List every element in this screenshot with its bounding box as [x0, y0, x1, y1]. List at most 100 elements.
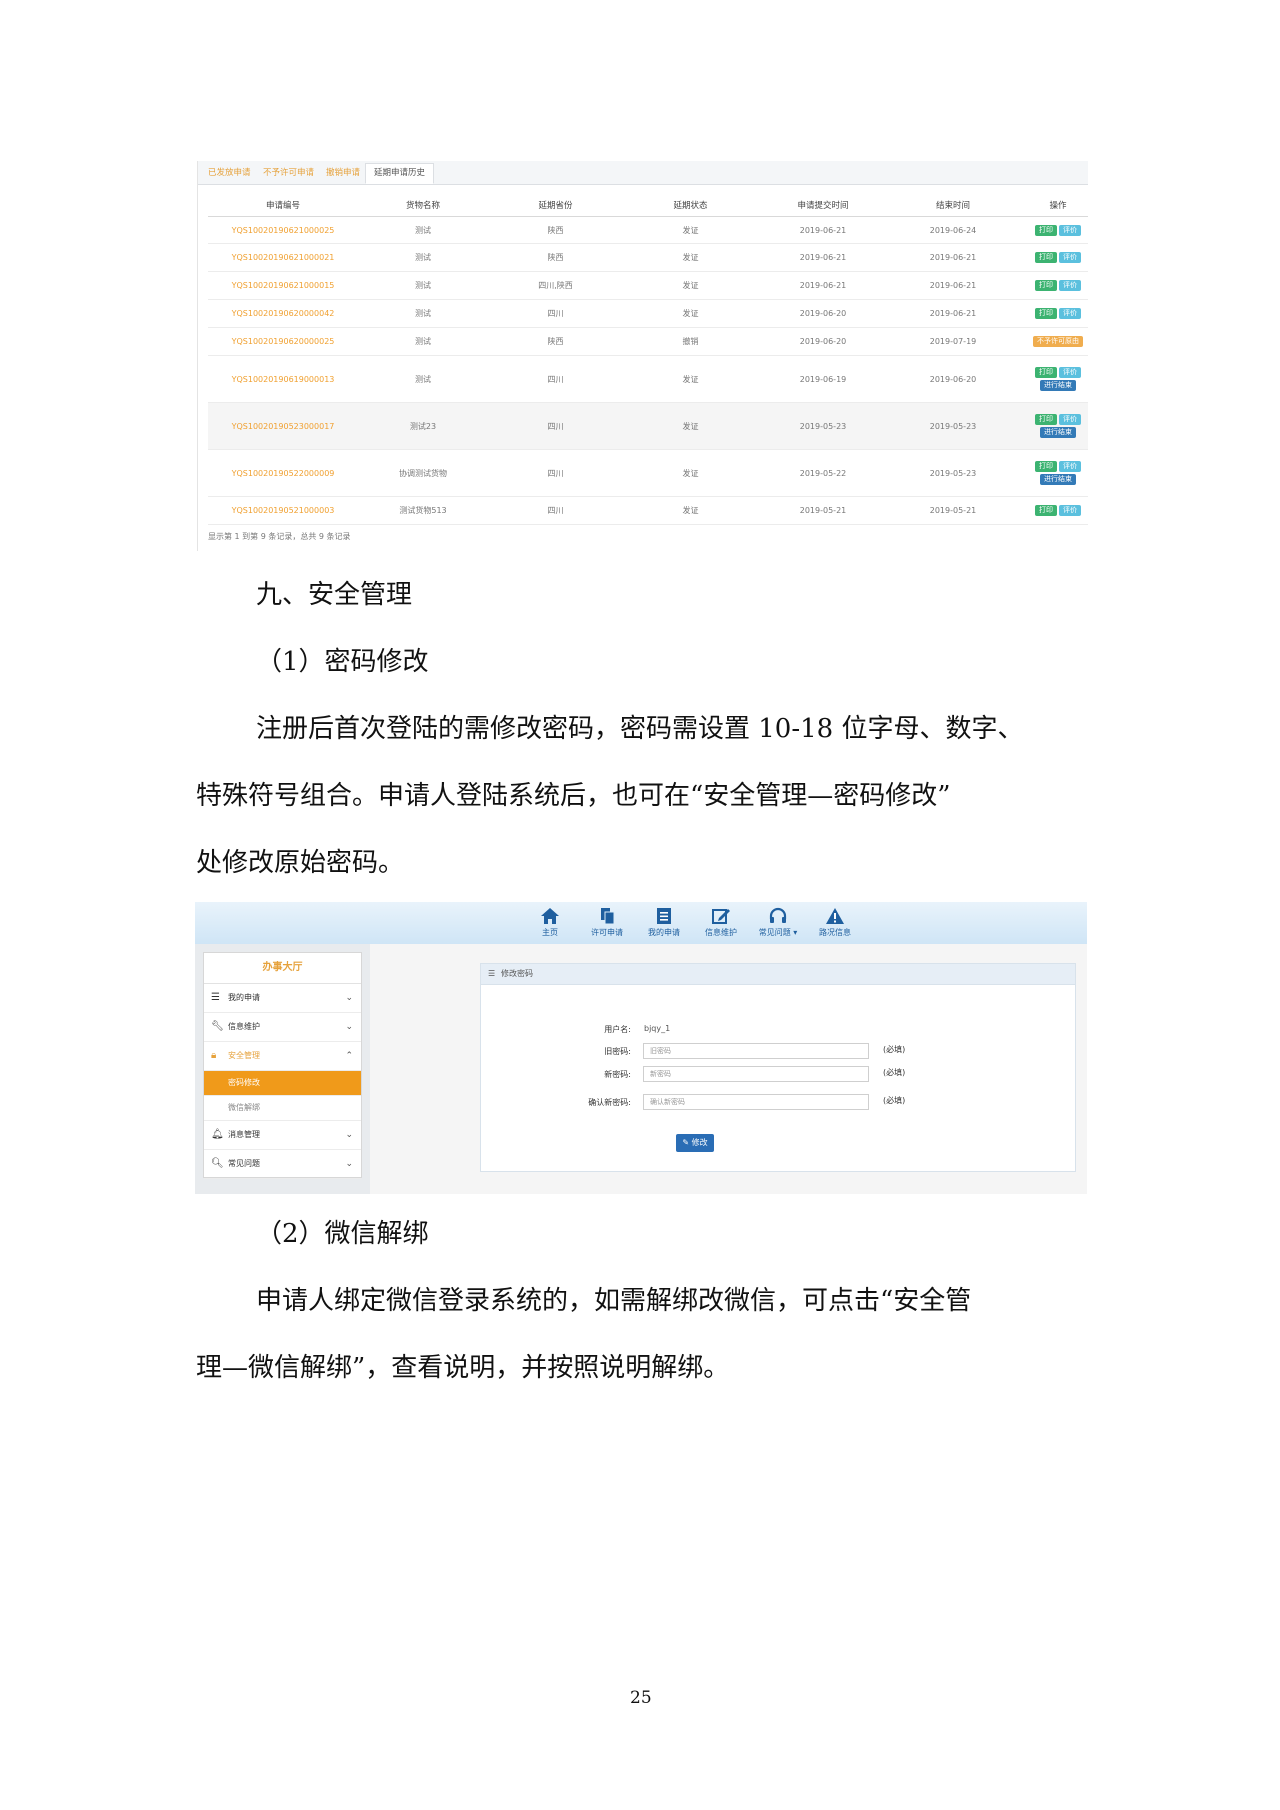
chevron-down-icon: ⌄	[345, 1130, 353, 1140]
change-password-panel: ☰ 修改密码 用户名: bjqy_1 旧密码: 旧密码 (必填) 新密码: 新密…	[480, 963, 1076, 1172]
application-id-cell[interactable]: YQS10020190621000021	[208, 243, 358, 272]
new-password-label: 新密码:	[604, 1070, 631, 1079]
table-row: YQS10020190619000013 测试 四川 发证 2019-06-19 2019…	[208, 355, 1088, 403]
table-row: YQS10020190621000015 测试 四川,陕西 发证 2019-06-21 2…	[208, 271, 1088, 300]
sidebar-item-security[interactable]: 🔒︎ 安全管理 ⌃	[204, 1042, 361, 1071]
province-cell: 四川	[488, 449, 623, 497]
col-header: 货物名称	[358, 194, 488, 217]
application-id-cell[interactable]: YQS10020190620000025	[208, 327, 358, 356]
top-navigation: 主页 许可申请 我的申请 信息维护 常见问题 ▾ 路况信息	[195, 902, 1087, 944]
tab-extension-history[interactable]: 延期申请历史	[365, 163, 435, 184]
old-password-input[interactable]: 旧密码	[643, 1043, 869, 1059]
submit-date-cell: 2019-05-21	[758, 496, 888, 525]
submit-date-cell: 2019-06-21	[758, 243, 888, 272]
submit-date-cell: 2019-05-23	[758, 402, 888, 450]
actions-cell: 不予许可原由	[1018, 327, 1088, 356]
action-button[interactable]: 打印	[1035, 367, 1057, 378]
action-button[interactable]: 进行结束	[1040, 380, 1076, 391]
action-button[interactable]: 评价	[1059, 252, 1081, 263]
tab-issued[interactable]: 已发放申请	[208, 166, 251, 178]
action-button[interactable]: 评价	[1059, 280, 1081, 291]
action-button[interactable]: 评价	[1059, 414, 1081, 425]
confirm-password-input[interactable]: 确认新密码	[643, 1094, 869, 1110]
goods-name-cell: 测试	[358, 327, 488, 356]
list-icon: ☰	[488, 969, 496, 978]
action-button[interactable]: 评价	[1059, 461, 1081, 472]
action-button[interactable]: 打印	[1035, 252, 1057, 263]
edit-icon	[712, 909, 730, 924]
action-button[interactable]: 打印	[1035, 308, 1057, 319]
confirm-password-label: 确认新密码:	[588, 1098, 631, 1107]
search-icon: 🔍︎	[211, 1158, 224, 1169]
actions-cell: 打印 评价	[1018, 271, 1088, 300]
sidebar-subitem-wechat-unbind[interactable]: 微信解绑	[204, 1096, 361, 1121]
action-button[interactable]: 打印	[1035, 414, 1057, 425]
application-id-cell[interactable]: YQS10020190621000025	[208, 216, 358, 244]
history-screenshot: 已发放申请 不予许可申请 撤销申请 延期申请历史 申请编号 货物名称 延期省份 …	[197, 161, 1088, 551]
action-button[interactable]: 打印	[1035, 461, 1057, 472]
list-icon	[657, 908, 671, 924]
action-button[interactable]: 打印	[1035, 224, 1057, 236]
action-button[interactable]: 评价	[1059, 308, 1081, 319]
province-cell: 四川	[488, 299, 623, 328]
sidebar-item-label: 消息管理	[228, 1130, 260, 1139]
goods-name-cell: 测试	[358, 355, 488, 403]
subsection-heading-wechat: （2）微信解绑	[256, 1219, 429, 1249]
tab-revoked[interactable]: 撤销申请	[326, 166, 360, 178]
goods-name-cell: 测试	[358, 216, 488, 244]
submit-button[interactable]: ✎ 修改	[676, 1134, 714, 1152]
tab-rejected[interactable]: 不予许可申请	[263, 166, 314, 178]
action-button[interactable]: 评价	[1059, 367, 1081, 378]
action-button[interactable]: 进行结束	[1040, 427, 1076, 438]
application-id-cell[interactable]: YQS10020190521000003	[208, 496, 358, 525]
paragraph-line: 注册后首次登陆的需修改密码，密码需设置 10-18 位字母、数字、	[256, 714, 1024, 744]
action-button[interactable]: 打印	[1035, 280, 1057, 291]
action-button[interactable]: 不予许可原由	[1033, 336, 1083, 347]
sidebar-item-messages[interactable]: 🔔︎ 消息管理 ⌄	[204, 1121, 361, 1150]
new-password-input[interactable]: 新密码	[643, 1066, 869, 1082]
action-button[interactable]: 打印	[1035, 505, 1057, 516]
actions-cell: 打印 评价	[1018, 299, 1088, 328]
sidebar-item-info-maintenance[interactable]: 🔧︎ 信息维护 ⌄	[204, 1013, 361, 1042]
actions-cell: 打印 评价	[1018, 216, 1088, 244]
application-id-cell[interactable]: YQS10020190621000015	[208, 271, 358, 300]
col-header: 结束时间	[888, 194, 1018, 217]
required-hint: (必填)	[883, 1096, 906, 1105]
actions-cell: 打印 评价进行结束	[1018, 402, 1088, 450]
col-header: 延期省份	[488, 194, 623, 217]
sidebar-item-my-applications[interactable]: ☰ 我的申请 ⌄	[204, 984, 361, 1013]
action-button[interactable]: 评价	[1059, 505, 1081, 516]
status-cell: 发证	[623, 355, 758, 403]
paragraph-line: 理—微信解绑”，查看说明，并按照说明解绑。	[196, 1353, 730, 1383]
paragraph-line: 特殊符号组合。申请人登陆系统后，也可在“安全管理—密码修改”	[196, 781, 951, 811]
application-id-cell[interactable]: YQS10020190619000013	[208, 355, 358, 403]
application-id-cell[interactable]: YQS10020190523000017	[208, 402, 358, 450]
nav-road-info[interactable]: 路况信息	[800, 907, 870, 938]
status-cell: 发证	[623, 496, 758, 525]
col-header: 延期状态	[623, 194, 758, 217]
sidebar-subitem-password[interactable]: 密码修改	[204, 1071, 361, 1096]
submit-date-cell: 2019-05-22	[758, 449, 888, 497]
sidebar-item-faq[interactable]: 🔍︎ 常见问题 ⌄	[204, 1150, 361, 1179]
warning-icon	[826, 908, 844, 924]
action-button[interactable]: 进行结束	[1040, 474, 1076, 485]
application-id-cell[interactable]: YQS10020190522000009	[208, 449, 358, 497]
province-cell: 四川	[488, 355, 623, 403]
province-cell: 陕西	[488, 327, 623, 356]
goods-name-cell: 测试货物513	[358, 496, 488, 525]
status-cell: 撤销	[623, 327, 758, 356]
tab-bar: 已发放申请 不予许可申请 撤销申请 延期申请历史	[198, 161, 1088, 185]
status-cell: 发证	[623, 299, 758, 328]
table-row: YQS10020190621000025 测试 陕西 发证 2019-06-21 2019…	[208, 216, 1088, 244]
old-password-label: 旧密码:	[604, 1047, 631, 1056]
application-id-cell[interactable]: YQS10020190620000042	[208, 299, 358, 328]
username-label: 用户名:	[604, 1025, 631, 1034]
action-button[interactable]: 评价	[1059, 224, 1081, 236]
goods-name-cell: 测试23	[358, 402, 488, 450]
paragraph-line: 处修改原始密码。	[196, 848, 405, 878]
goods-name-cell: 协调测试货物	[358, 449, 488, 497]
bell-icon: 🔔︎	[211, 1129, 224, 1140]
panel-header: ☰ 修改密码	[481, 964, 1075, 985]
required-hint: (必填)	[883, 1068, 906, 1077]
province-cell: 四川	[488, 402, 623, 450]
